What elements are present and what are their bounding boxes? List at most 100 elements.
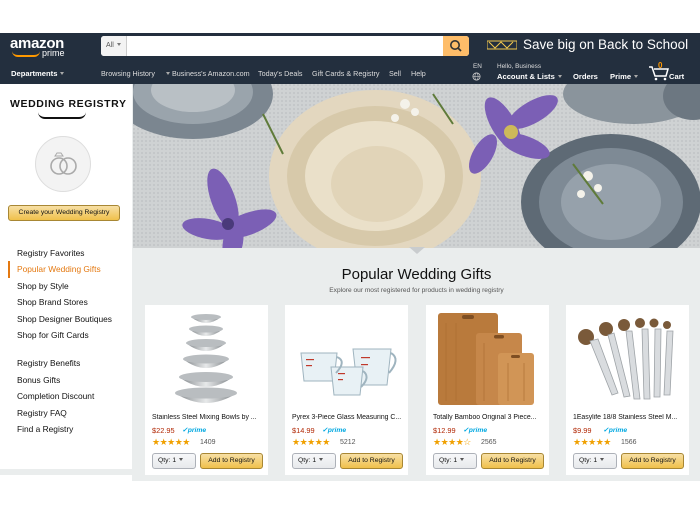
registry-menu: Registry Favorites Popular Wedding Gifts…: [8, 245, 132, 437]
prime-badge: ✓prime: [182, 427, 207, 434]
star-rating[interactable]: ★★★★★: [573, 437, 611, 448]
quantity-label: Qty: 1: [158, 457, 177, 464]
sidebar-item-registry-faq[interactable]: Registry FAQ: [8, 405, 132, 421]
amazon-logo[interactable]: amazon prime: [10, 36, 65, 58]
product-title[interactable]: Totally Bamboo Original 3 Piece...: [433, 414, 545, 421]
add-to-registry-button[interactable]: Add to Registry: [340, 453, 403, 469]
promo-text: Save big on Back to School: [523, 37, 689, 52]
departments-menu[interactable]: Departments: [11, 69, 65, 78]
chevron-down-icon: [116, 43, 121, 46]
nav-link-gift-cards-registry[interactable]: Gift Cards & Registry: [312, 69, 380, 78]
nav-link-business-amazon[interactable]: Business's Amazon.com: [172, 69, 250, 78]
quantity-label: Qty: 1: [579, 457, 598, 464]
cart-button[interactable]: 0 Cart: [648, 61, 688, 83]
product-title[interactable]: Pyrex 3-Piece Glass Measuring C...: [292, 414, 404, 421]
orders-link[interactable]: Orders: [573, 72, 598, 81]
chevron-down-icon: [634, 75, 639, 78]
product-image-measuring-cups[interactable]: [291, 309, 402, 409]
product-card[interactable]: 1Easylife 18/8 Stainless Steel M... $9.9…: [566, 305, 689, 475]
product-price: $9.99: [573, 426, 592, 435]
hero-banner-image: [133, 84, 700, 248]
chevron-down-icon: [166, 72, 170, 75]
sidebar-item-completion-discount[interactable]: Completion Discount: [8, 388, 132, 404]
sidebar-item-registry-benefits[interactable]: Registry Benefits: [8, 355, 132, 371]
prime-badge: ✓prime: [322, 427, 347, 434]
top-bar: amazon prime All Save big on Back to Sch…: [0, 33, 700, 59]
sidebar-item-find-registry[interactable]: Find a Registry: [8, 421, 132, 437]
rings-icon: [50, 152, 77, 175]
school-pencil-icon: [487, 40, 517, 50]
measuring-spoons-image: [578, 318, 674, 400]
quantity-select[interactable]: Qty: 1: [152, 453, 196, 469]
product-title[interactable]: 1Easylife 18/8 Stainless Steel M...: [573, 414, 685, 421]
chevron-down-icon: [319, 458, 324, 461]
add-to-registry-button[interactable]: Add to Registry: [200, 453, 263, 469]
nav-link-browsing-history[interactable]: Browsing History: [101, 69, 155, 78]
create-registry-button[interactable]: Create your Wedding Registry: [8, 205, 120, 221]
sidebar-item-bonus-gifts[interactable]: Bonus Gifts: [8, 372, 132, 388]
star-rating[interactable]: ★★★★★: [292, 437, 330, 448]
quantity-select[interactable]: Qty: 1: [573, 453, 617, 469]
sidebar-item-registry-favorites[interactable]: Registry Favorites: [8, 245, 132, 261]
product-card[interactable]: Pyrex 3-Piece Glass Measuring C... $14.9…: [285, 305, 408, 475]
product-card[interactable]: Stainless Steel Mixing Bowls by ... $22.…: [145, 305, 268, 475]
registry-title: WEDDING REGISTRY: [10, 98, 127, 110]
cart-count: 0: [658, 61, 663, 70]
nav-link-todays-deals[interactable]: Today's Deals: [258, 69, 303, 78]
add-to-registry-button[interactable]: Add to Registry: [481, 453, 544, 469]
quantity-label: Qty: 1: [439, 457, 458, 464]
chevron-down-icon: [600, 458, 605, 461]
search-icon: [450, 40, 462, 52]
section-subtitle: Explore our most registered for products…: [329, 287, 504, 294]
search-input[interactable]: [128, 36, 443, 56]
sidebar-item-popular-wedding-gifts[interactable]: Popular Wedding Gifts: [8, 261, 132, 278]
sidebar-item-shop-gift-cards[interactable]: Shop for Gift Cards: [8, 327, 132, 343]
prime-badge: ✓prime: [603, 427, 628, 434]
search-button[interactable]: [443, 36, 469, 56]
product-card[interactable]: Totally Bamboo Original 3 Piece... $12.9…: [426, 305, 549, 475]
nav-link-sell[interactable]: Sell: [389, 69, 401, 78]
popular-gifts-section: Popular Wedding Gifts Explore our most r…: [133, 247, 700, 481]
review-count[interactable]: 1409: [200, 439, 216, 446]
language-selector[interactable]: EN: [473, 63, 482, 70]
chevron-down-icon: [179, 458, 184, 461]
star-rating[interactable]: ★★★★★: [152, 437, 190, 448]
product-price: $14.99: [292, 426, 315, 435]
prime-menu[interactable]: Prime: [610, 72, 639, 81]
cutting-boards-image: [438, 313, 534, 405]
sidebar-item-shop-by-style[interactable]: Shop by Style: [8, 278, 132, 294]
product-image-measuring-spoons[interactable]: [572, 309, 683, 409]
amazon-smile-icon: [38, 112, 86, 119]
sidebar-footer-panel: [0, 469, 132, 481]
review-count[interactable]: 5212: [340, 439, 356, 446]
nav-bar: Departments Browsing History Business's …: [0, 59, 700, 84]
wedding-rings-icon: [35, 136, 91, 192]
quantity-select[interactable]: Qty: 1: [292, 453, 336, 469]
prime-badge: ✓prime: [463, 427, 488, 434]
globe-icon: [472, 72, 481, 81]
nav-link-help[interactable]: Help: [411, 69, 426, 78]
quantity-select[interactable]: Qty: 1: [433, 453, 477, 469]
search-bar: All: [101, 36, 469, 56]
sidebar-item-shop-designer-boutiques[interactable]: Shop Designer Boutiques: [8, 311, 132, 327]
account-greeting: Hello, Business: [497, 63, 542, 70]
mixing-bowls-image: [175, 314, 237, 403]
search-category-select[interactable]: All: [101, 36, 127, 56]
add-to-registry-button[interactable]: Add to Registry: [621, 453, 684, 469]
menu-divider: [8, 343, 132, 355]
product-image-mixing-bowls[interactable]: [151, 309, 262, 409]
promo-banner[interactable]: Save big on Back to School: [487, 37, 688, 52]
chevron-down-icon: [460, 458, 465, 461]
account-lists-menu[interactable]: Account & Lists: [497, 72, 562, 81]
registry-sidebar: WEDDING REGISTRY Create your Wedding Reg…: [0, 84, 132, 481]
star-rating[interactable]: ★★★★☆: [433, 437, 471, 448]
tableware-flowers-image: [133, 84, 700, 248]
product-image-cutting-boards[interactable]: [432, 309, 543, 409]
quantity-label: Qty: 1: [298, 457, 317, 464]
product-title[interactable]: Stainless Steel Mixing Bowls by ...: [152, 414, 264, 421]
review-count[interactable]: 2565: [481, 439, 497, 446]
chevron-down-icon: [60, 72, 65, 75]
sidebar-item-shop-brand-stores[interactable]: Shop Brand Stores: [8, 294, 132, 310]
review-count[interactable]: 1566: [621, 439, 637, 446]
cart-label: Cart: [669, 72, 685, 81]
